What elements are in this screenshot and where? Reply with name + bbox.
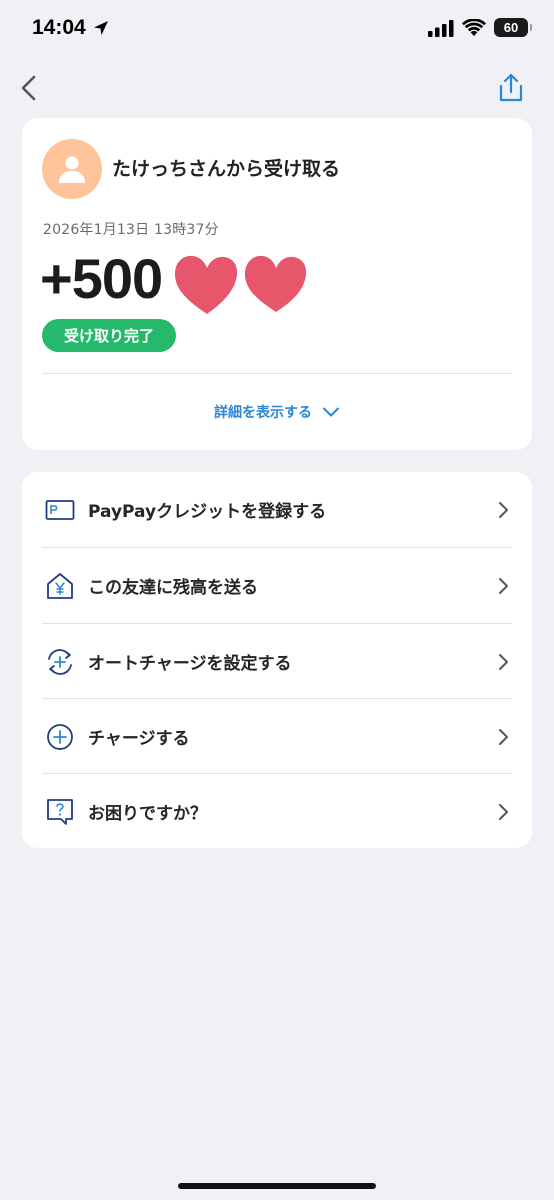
share-icon [499,73,523,102]
help-bubble-icon [44,796,76,828]
status-bar: 14:04 60 [0,0,554,62]
transaction-amount: +500 [40,247,163,310]
menu-item-label: オートチャージを設定する [88,654,292,674]
show-details-label: 詳細を表示する [214,405,312,421]
transaction-card: たけっちさんから受け取る 2026年1月13日 13時37分 +500 受け取り… [22,118,532,450]
chevron-right-icon [499,728,508,745]
menu-item-label: この友達に残高を送る [88,578,258,598]
signal-icon [428,19,454,37]
actions-menu: PayPayクレジットを登録する この友達に残高を送る オートチャージを設定する… [22,472,532,848]
menu-item-help[interactable]: お困りですか？ [42,774,512,849]
chevron-right-icon [499,577,508,594]
plus-circle-icon [44,721,76,753]
transaction-title: たけっちさんから受け取る [112,158,341,180]
chevron-down-icon [323,407,339,417]
chevron-right-icon [499,653,508,670]
show-details-button[interactable]: 詳細を表示する [22,402,532,422]
avatar [42,139,102,199]
location-arrow-icon [93,21,108,35]
share-button[interactable] [496,72,526,104]
heart-icon [244,255,307,312]
clock-text: 14:04 [32,16,86,39]
menu-item-send-balance[interactable]: この友達に残高を送る [42,548,512,623]
user-icon [59,156,85,183]
battery-indicator: 60 [494,18,532,37]
menu-item-charge[interactable]: チャージする [42,699,512,774]
status-text: 受け取り完了 [64,327,155,345]
back-button[interactable] [16,72,44,104]
chevron-right-icon [499,501,508,518]
menu-item-register-credit[interactable]: PayPayクレジットを登録する [42,472,512,547]
heart-icon [174,255,238,314]
battery-level: 60 [503,20,519,35]
menu-item-auto-charge[interactable]: オートチャージを設定する [42,624,512,699]
status-time: 14:04 [32,16,110,40]
chevron-right-icon [499,803,508,820]
auto-charge-icon [44,646,76,678]
divider [42,373,512,374]
home-indicator[interactable] [178,1183,376,1189]
wifi-icon [462,18,486,36]
chevron-left-icon [21,75,36,101]
status-badge: 受け取り完了 [42,319,177,352]
menu-item-label: お困りですか？ [88,804,207,824]
menu-item-label: PayPayクレジットを登録する [88,502,327,522]
transaction-date: 2026年1月13日 13時37分 [43,222,219,238]
yen-house-icon [44,570,76,602]
card-icon [44,494,76,526]
heart-stickers-icon [174,255,307,314]
menu-item-label: チャージする [88,729,190,749]
